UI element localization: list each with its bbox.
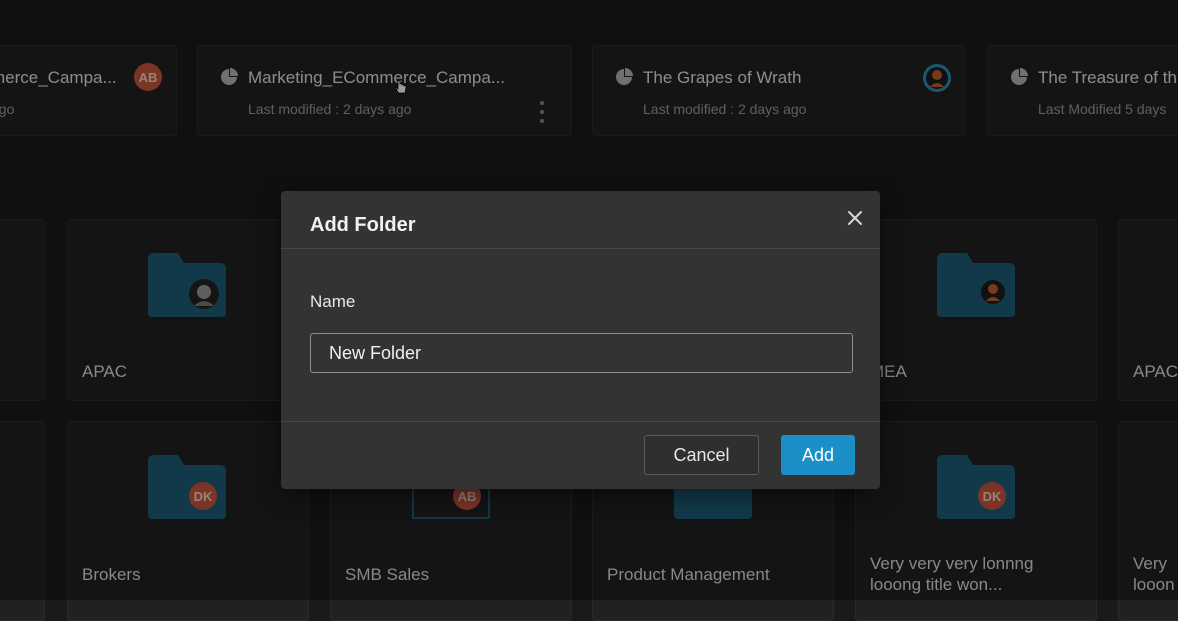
dialog-title: Add Folder <box>310 214 416 236</box>
add-folder-dialog: Add Folder Name Cancel Add <box>281 191 880 489</box>
name-field-label: Name <box>310 292 356 311</box>
folder-name-input[interactable] <box>310 333 853 373</box>
cancel-button[interactable]: Cancel <box>644 435 759 475</box>
close-icon[interactable] <box>845 208 865 228</box>
dialog-header-divider <box>281 248 880 249</box>
dialog-footer-divider <box>281 421 880 422</box>
add-button[interactable]: Add <box>781 435 855 475</box>
